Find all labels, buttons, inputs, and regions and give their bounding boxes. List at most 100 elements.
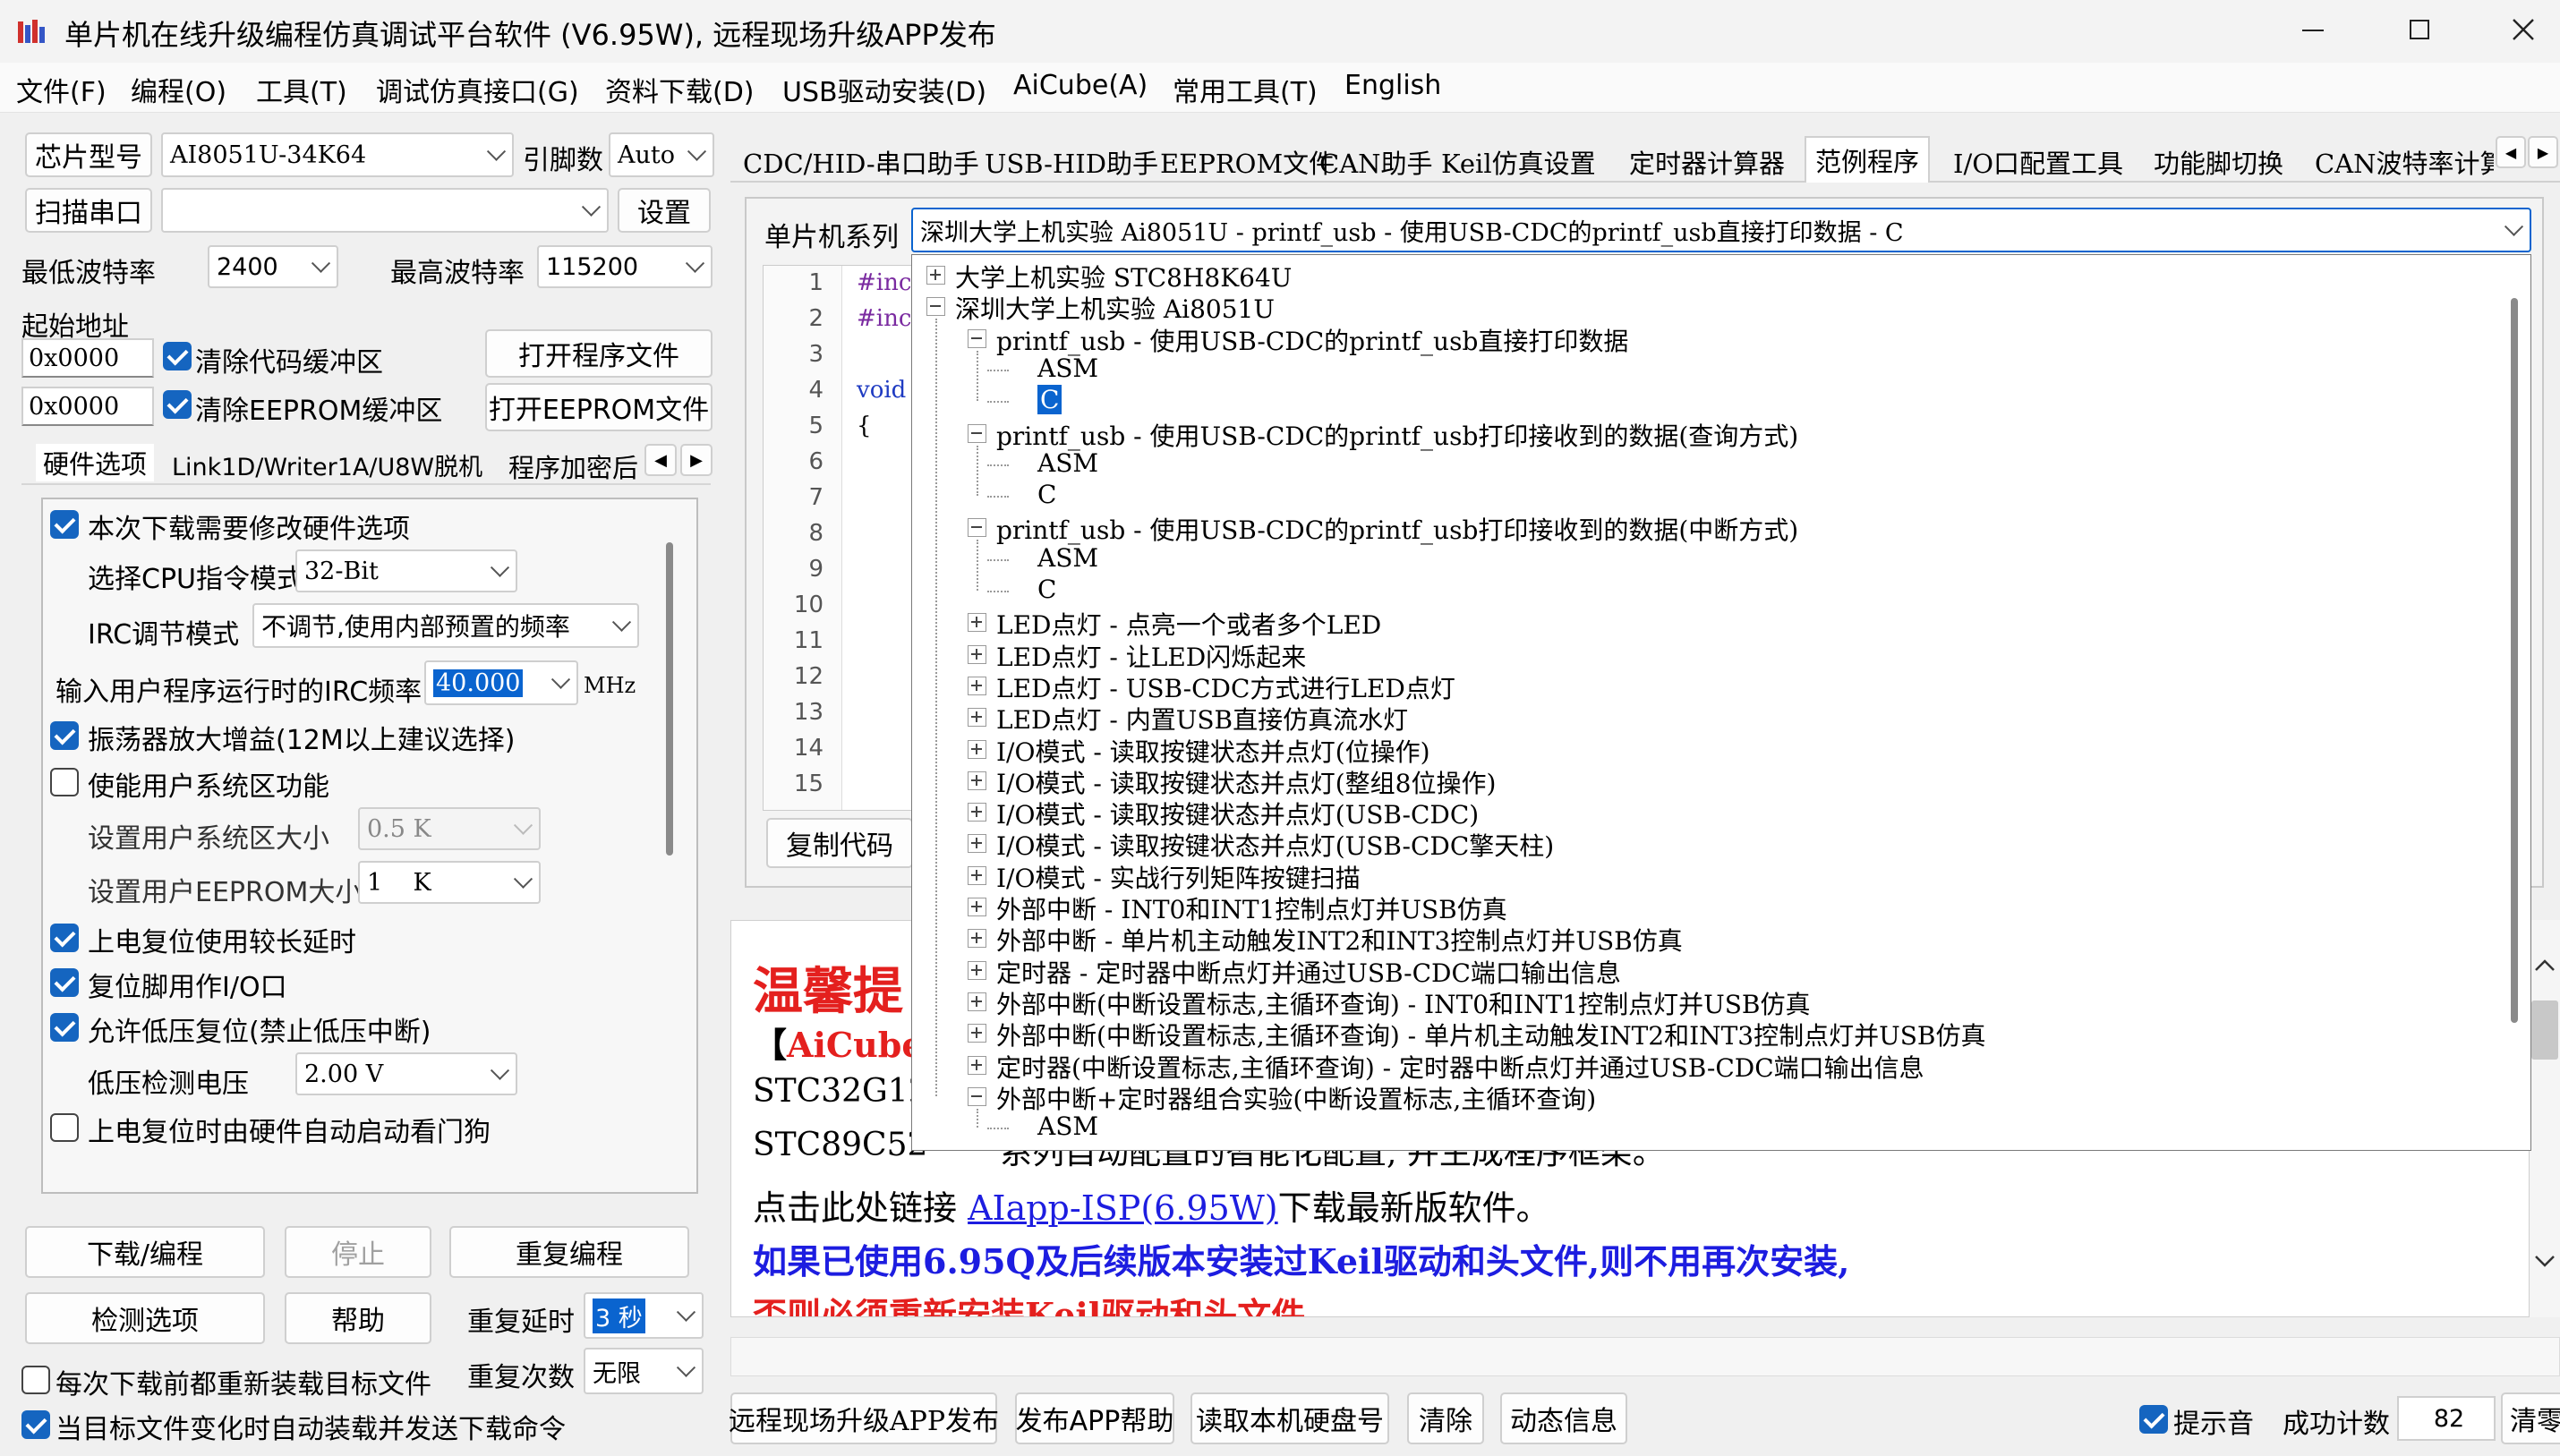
- stop-button[interactable]: 停止: [285, 1226, 431, 1278]
- low-voltage-select[interactable]: 2.00 V: [295, 1052, 517, 1095]
- main-tab-scroll-right-button[interactable]: ▶: [2528, 136, 2558, 168]
- tab-eeprom-file[interactable]: EEPROM文件: [1160, 143, 1335, 181]
- menu-aicube[interactable]: AiCube(A): [1013, 70, 1148, 101]
- clear-code-buffer-checkbox[interactable]: [163, 342, 192, 370]
- tab-can-assistant[interactable]: CAN助手: [1319, 143, 1433, 181]
- expand-plus-icon[interactable]: [968, 644, 986, 664]
- expand-plus-icon[interactable]: [968, 898, 986, 916]
- help-button[interactable]: 帮助: [285, 1292, 431, 1344]
- menu-english[interactable]: English: [1344, 70, 1441, 101]
- tree-item[interactable]: ASM: [1037, 1111, 1098, 1141]
- reload-each-checkbox[interactable]: [21, 1366, 50, 1394]
- tab-keil-debug[interactable]: Keil仿真设置: [1441, 143, 1596, 181]
- tree-item[interactable]: LED点灯 - 点亮一个或者多个LED: [996, 606, 1381, 642]
- maximize-icon[interactable]: [2410, 20, 2429, 39]
- tree-item[interactable]: ASM: [1037, 448, 1098, 478]
- pin-count-select[interactable]: Auto: [609, 132, 714, 177]
- tree-item[interactable]: C: [1037, 575, 1056, 604]
- expand-plus-icon[interactable]: [968, 929, 986, 949]
- irc-freq-select[interactable]: 40.000: [424, 660, 578, 705]
- expand-plus-icon[interactable]: [968, 739, 986, 759]
- tree-item[interactable]: C: [1037, 385, 1062, 415]
- tab-hardware-options[interactable]: 硬件选项: [36, 444, 155, 481]
- tree-item[interactable]: LED点灯 - 内置USB直接仿真流水灯: [996, 701, 1408, 737]
- reset-count-button[interactable]: 清零: [2501, 1392, 2560, 1444]
- tab-examples[interactable]: 范例程序: [1805, 136, 1931, 183]
- expand-plus-icon[interactable]: [968, 613, 986, 633]
- copy-code-button[interactable]: 复制代码: [766, 818, 913, 868]
- publish-app-help-button[interactable]: 发布APP帮助: [1015, 1392, 1174, 1444]
- scroll-down-icon[interactable]: [2534, 1255, 2556, 1269]
- check-options-button[interactable]: 检测选项: [25, 1292, 265, 1344]
- menu-usb-driver[interactable]: USB驱动安装(D): [782, 70, 986, 109]
- eeprom-size-select[interactable]: 1 K: [358, 861, 541, 904]
- scan-port-button[interactable]: 扫描串口: [25, 188, 152, 233]
- tree-item[interactable]: 定时器 - 定时器中断点灯并通过USB-CDC端口输出信息: [996, 954, 1621, 990]
- download-program-button[interactable]: 下载/编程: [25, 1226, 265, 1278]
- info-scroll-thumb[interactable]: [2531, 1000, 2558, 1060]
- dynamic-info-button[interactable]: 动态信息: [1500, 1392, 1627, 1444]
- repeat-delay-select[interactable]: 3 秒: [584, 1292, 704, 1339]
- expand-plus-icon[interactable]: [968, 676, 986, 695]
- tab-usb-hid[interactable]: USB-HID助手: [985, 143, 1158, 181]
- eeprom-start-address-input[interactable]: 0x0000: [21, 387, 154, 426]
- collapse-minus-icon[interactable]: [968, 423, 986, 443]
- series-dropdown-tree[interactable]: 大学上机实验 STC8H8K64U 深圳大学上机实验 Ai8051U printf_…: [911, 254, 2531, 1151]
- collapse-minus-icon[interactable]: [968, 518, 986, 538]
- expand-plus-icon[interactable]: [968, 771, 986, 790]
- tree-item[interactable]: 外部中断(中断设置标志,主循环查询) - 单片机主动触发INT2和INT3控制点…: [996, 1017, 1985, 1052]
- tree-item[interactable]: 大学上机实验 STC8H8K64U: [955, 259, 1292, 294]
- tab-pin-switch[interactable]: 功能脚切换: [2154, 143, 2283, 181]
- tree-item[interactable]: I/O模式 - 实战行列矩阵按键扫描: [996, 859, 1361, 895]
- main-tab-scroll-left-button[interactable]: ◀: [2496, 136, 2526, 168]
- menu-common-tools[interactable]: 常用工具(T): [1173, 70, 1318, 109]
- tree-item[interactable]: C: [1037, 480, 1056, 509]
- tree-item[interactable]: 深圳大学上机实验 Ai8051U: [955, 290, 1275, 326]
- tree-item[interactable]: printf_usb - 使用USB-CDC的printf_usb打印接收到的数…: [996, 511, 1798, 547]
- hw-panel-scrollbar[interactable]: [666, 542, 673, 856]
- tree-item[interactable]: LED点灯 - USB-CDC方式进行LED点灯: [996, 669, 1455, 705]
- reset-pin-io-checkbox[interactable]: [50, 968, 79, 997]
- repeat-program-button[interactable]: 重复编程: [449, 1226, 689, 1278]
- settings-button[interactable]: 设置: [618, 188, 711, 233]
- menu-file[interactable]: 文件(F): [16, 70, 107, 109]
- auto-reload-checkbox[interactable]: [21, 1410, 50, 1439]
- modify-hw-options-checkbox[interactable]: [50, 510, 79, 539]
- expand-plus-icon[interactable]: [968, 803, 986, 822]
- expand-plus-icon[interactable]: [968, 865, 986, 885]
- tab-timer-calc[interactable]: 定时器计算器: [1629, 143, 1785, 181]
- expand-plus-icon[interactable]: [968, 708, 986, 728]
- chip-type-select[interactable]: AI8051U-34K64: [161, 132, 514, 177]
- open-eeprom-file-button[interactable]: 打开EEPROM文件: [485, 383, 713, 431]
- tab-cdc-hid-serial[interactable]: CDC/HID-串口助手: [743, 143, 979, 181]
- chip-type-label-button[interactable]: 芯片型号: [25, 132, 152, 177]
- tree-item[interactable]: ASM: [1037, 353, 1098, 383]
- serial-port-select[interactable]: [161, 188, 609, 233]
- collapse-minus-icon[interactable]: [926, 297, 945, 317]
- tab-link1d-offline[interactable]: Link1D/Writer1A/U8W脱机: [172, 447, 482, 482]
- tree-item[interactable]: I/O模式 - 读取按键状态并点灯(位操作): [996, 733, 1430, 769]
- tree-item[interactable]: printf_usb - 使用USB-CDC的printf_usb打印接收到的数…: [996, 417, 1798, 453]
- tab-io-config[interactable]: I/O口配置工具: [1953, 143, 2123, 181]
- expand-plus-icon[interactable]: [968, 1055, 986, 1075]
- watchdog-checkbox[interactable]: [50, 1113, 79, 1142]
- expand-plus-icon[interactable]: [968, 1024, 986, 1043]
- close-icon[interactable]: [2512, 18, 2535, 41]
- series-select[interactable]: 深圳大学上机实验 Ai8051U - printf_usb - 使用USB-CD…: [911, 208, 2531, 252]
- clear-eeprom-buffer-checkbox[interactable]: [163, 390, 192, 419]
- user-system-area-checkbox[interactable]: [50, 768, 79, 796]
- read-disk-id-button[interactable]: 读取本机硬盘号: [1190, 1392, 1389, 1444]
- collapse-minus-icon[interactable]: [968, 1086, 986, 1106]
- tab-scroll-right-button[interactable]: ▶: [680, 444, 713, 476]
- open-program-file-button[interactable]: 打开程序文件: [485, 329, 713, 378]
- expand-plus-icon[interactable]: [968, 834, 986, 854]
- minimize-icon[interactable]: [2302, 30, 2324, 31]
- tab-scroll-left-button[interactable]: ◀: [644, 444, 677, 476]
- scroll-up-icon[interactable]: [2534, 958, 2556, 972]
- menu-tools[interactable]: 工具(T): [256, 70, 347, 109]
- clear-button[interactable]: 清除: [1407, 1392, 1484, 1444]
- download-link[interactable]: AIapp-ISP(6.95W): [968, 1188, 1278, 1228]
- low-voltage-reset-checkbox[interactable]: [50, 1013, 79, 1042]
- tree-item[interactable]: 外部中断(中断设置标志,主循环查询) - INT0和INT1控制点灯并USB仿真: [996, 985, 1810, 1021]
- osc-gain-checkbox[interactable]: [50, 721, 79, 750]
